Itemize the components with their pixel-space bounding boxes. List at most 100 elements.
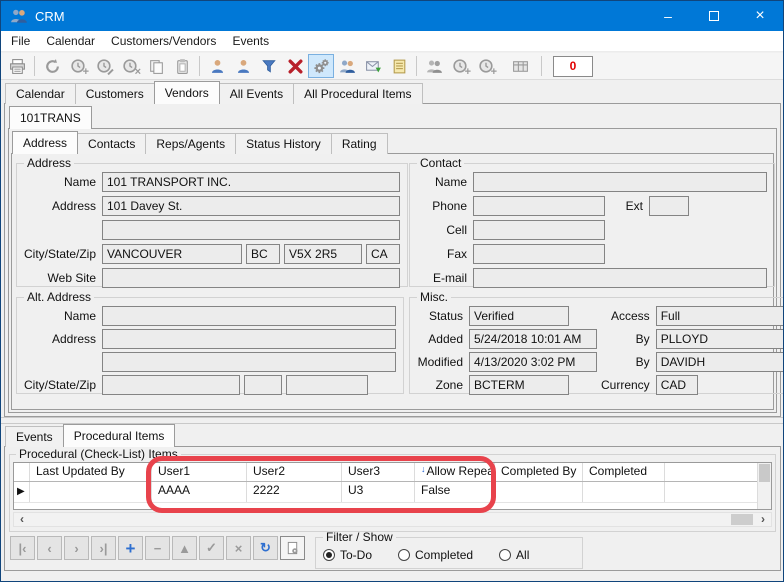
cell-field[interactable] bbox=[473, 220, 605, 240]
group-contacts-button[interactable] bbox=[421, 54, 447, 78]
edit-contact-button[interactable] bbox=[230, 54, 256, 78]
access-field[interactable]: Full bbox=[656, 306, 784, 326]
currency-field[interactable]: CAD bbox=[656, 375, 698, 395]
radio-todo[interactable]: To-Do bbox=[323, 548, 372, 562]
cell-user1[interactable]: AAAA bbox=[152, 482, 247, 502]
column-header-user3[interactable]: User3 bbox=[342, 463, 415, 481]
previous-record-button[interactable]: ‹ bbox=[37, 536, 62, 560]
tab-rating[interactable]: Rating bbox=[331, 133, 388, 154]
phone-field[interactable] bbox=[473, 196, 605, 216]
notes-button[interactable] bbox=[386, 54, 412, 78]
undo-history-button[interactable] bbox=[39, 54, 65, 78]
column-header-completed[interactable]: Completed bbox=[583, 463, 665, 481]
tab-vendors[interactable]: Vendors bbox=[154, 81, 220, 104]
tab-all-events[interactable]: All Events bbox=[219, 83, 294, 104]
tab-procedural-items[interactable]: Procedural Items bbox=[63, 424, 176, 447]
grid-vertical-scrollbar[interactable] bbox=[757, 463, 771, 509]
tab-contacts[interactable]: Contacts bbox=[77, 133, 146, 154]
column-header-last-updated-by[interactable]: Last Updated By bbox=[30, 463, 152, 481]
add-group-event-alt-button[interactable]: + bbox=[473, 54, 499, 78]
alt-zip-field[interactable] bbox=[286, 375, 368, 395]
scroll-track[interactable] bbox=[30, 513, 755, 526]
modified-by-field[interactable]: DAVIDH bbox=[656, 352, 784, 372]
address-line2-field[interactable] bbox=[102, 220, 400, 240]
fax-field[interactable] bbox=[473, 244, 605, 264]
column-header-user2[interactable]: User2 bbox=[247, 463, 342, 481]
delete-event-button[interactable]: × bbox=[117, 54, 143, 78]
minimize-button[interactable]: – bbox=[645, 1, 691, 31]
cancel-edit-button[interactable]: × bbox=[226, 536, 251, 560]
alt-name-field[interactable] bbox=[102, 306, 396, 326]
next-record-button[interactable]: › bbox=[64, 536, 89, 560]
ext-field[interactable] bbox=[649, 196, 689, 216]
add-event-button[interactable]: + bbox=[65, 54, 91, 78]
menu-events[interactable]: Events bbox=[224, 31, 277, 52]
added-by-field[interactable]: PLLOYD bbox=[656, 329, 784, 349]
radio-all[interactable]: All bbox=[499, 548, 529, 562]
tab-all-procedural-items[interactable]: All Procedural Items bbox=[293, 83, 422, 104]
status-field[interactable]: Verified bbox=[469, 306, 569, 326]
settings-button[interactable] bbox=[308, 54, 334, 78]
web-site-field[interactable] bbox=[102, 268, 400, 288]
first-record-button[interactable]: |‹ bbox=[10, 536, 35, 560]
tab-reps-agents[interactable]: Reps/Agents bbox=[145, 133, 236, 154]
cell-user3[interactable]: U3 bbox=[342, 482, 415, 502]
grid-data-row[interactable]: ▶ AAAA 2222 U3 False bbox=[14, 482, 771, 503]
contact-name-field[interactable] bbox=[473, 172, 767, 192]
email-field[interactable] bbox=[473, 268, 767, 288]
close-button[interactable]: × bbox=[737, 1, 783, 31]
grid-horizontal-scrollbar[interactable]: ‹ › bbox=[13, 512, 772, 527]
last-record-button[interactable]: ›| bbox=[91, 536, 116, 560]
scroll-left-arrow-icon[interactable]: ‹ bbox=[14, 513, 30, 526]
menu-file[interactable]: File bbox=[3, 31, 38, 52]
menu-calendar[interactable]: Calendar bbox=[38, 31, 103, 52]
refresh-button[interactable]: ↻ bbox=[253, 536, 278, 560]
cell-completed[interactable] bbox=[583, 482, 665, 502]
add-group-event-button[interactable]: + bbox=[447, 54, 473, 78]
column-header-allow-repeat[interactable]: ↓Allow Repeat bbox=[415, 463, 495, 481]
added-field[interactable]: 5/24/2018 10:01 AM bbox=[469, 329, 597, 349]
city-field[interactable]: VANCOUVER bbox=[102, 244, 242, 264]
delete-record-button[interactable] bbox=[282, 54, 308, 78]
alt-address-line2-field[interactable] bbox=[102, 352, 396, 372]
tab-address[interactable]: Address bbox=[12, 131, 78, 154]
column-header-user1[interactable]: User1 bbox=[152, 463, 247, 481]
contact-button[interactable] bbox=[204, 54, 230, 78]
vendor-name-field[interactable]: 101 TRANSPORT INC. bbox=[102, 172, 400, 192]
tab-status-history[interactable]: Status History bbox=[235, 133, 332, 154]
print-button[interactable] bbox=[4, 54, 30, 78]
zone-field[interactable]: BCTERM bbox=[469, 375, 569, 395]
tab-customers[interactable]: Customers bbox=[75, 83, 155, 104]
paste-button[interactable] bbox=[169, 54, 195, 78]
copy-button[interactable] bbox=[143, 54, 169, 78]
customers-vendors-button[interactable] bbox=[334, 54, 360, 78]
state-field[interactable]: BC bbox=[246, 244, 280, 264]
cell-completed-by[interactable] bbox=[495, 482, 583, 502]
zip-field[interactable]: V5X 2R5 bbox=[284, 244, 362, 264]
cell-allow-repeat[interactable]: False bbox=[415, 482, 495, 502]
filter-button[interactable] bbox=[256, 54, 282, 78]
horizontal-scroll-thumb[interactable] bbox=[731, 514, 753, 525]
maximize-button[interactable] bbox=[691, 1, 737, 31]
tab-calendar[interactable]: Calendar bbox=[5, 83, 76, 104]
send-mail-button[interactable] bbox=[360, 54, 386, 78]
vertical-scroll-thumb[interactable] bbox=[759, 464, 770, 482]
alt-city-field[interactable] bbox=[102, 375, 240, 395]
cell-user2[interactable]: 2222 bbox=[247, 482, 342, 502]
radio-completed[interactable]: Completed bbox=[398, 548, 473, 562]
country-field[interactable]: CA bbox=[366, 244, 400, 264]
cell-last-updated-by[interactable] bbox=[30, 482, 152, 502]
column-header-completed-by[interactable]: Completed By bbox=[495, 463, 583, 481]
modified-field[interactable]: 4/13/2020 3:02 PM bbox=[469, 352, 597, 372]
menu-customers-vendors[interactable]: Customers/Vendors bbox=[103, 31, 224, 52]
post-edit-button[interactable]: ✓ bbox=[199, 536, 224, 560]
alt-address-line1-field[interactable] bbox=[102, 329, 396, 349]
horizontal-splitter[interactable] bbox=[1, 417, 783, 424]
tab-events[interactable]: Events bbox=[5, 426, 64, 447]
scroll-right-arrow-icon[interactable]: › bbox=[755, 513, 771, 526]
report-grid-button[interactable] bbox=[507, 54, 533, 78]
tab-101trans[interactable]: 101TRANS bbox=[9, 106, 92, 129]
alt-state-field[interactable] bbox=[244, 375, 282, 395]
add-record-button[interactable]: + bbox=[118, 536, 143, 560]
delete-record-button-nav[interactable]: − bbox=[145, 536, 170, 560]
